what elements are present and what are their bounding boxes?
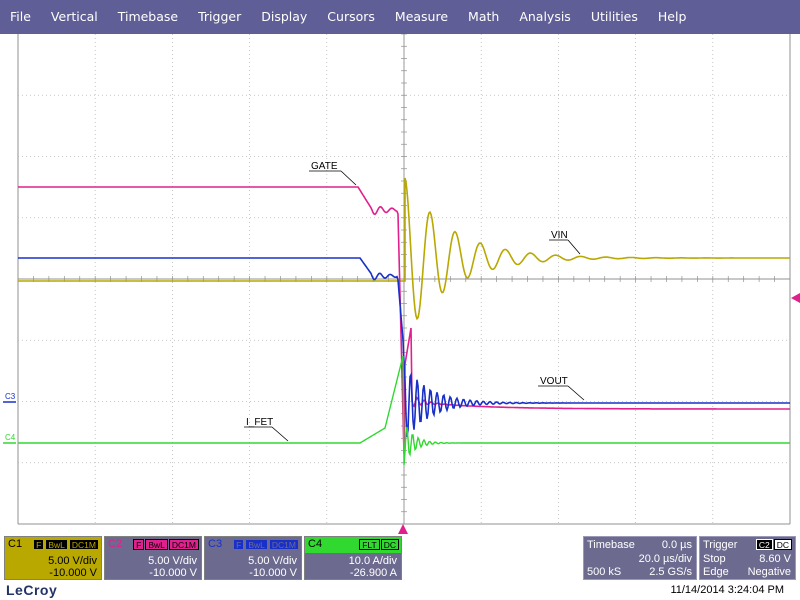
status-panel: C1 F BwL DC1M 5.00 V/div -10.000 V C2 F … <box>0 534 800 600</box>
trigger-type: Edge <box>703 566 729 578</box>
brand-logo: LeCroy <box>6 582 58 598</box>
datetime-stamp: 11/14/2014 3:24:04 PM <box>670 584 784 596</box>
timebase-box[interactable]: Timebase 0.0 µs 20.0 µs/div 500 kS 2.5 G… <box>583 536 697 580</box>
label-vout: VOUT <box>540 376 568 387</box>
channel-c1-flag-f: F <box>33 539 45 550</box>
trigger-level: 8.60 V <box>759 553 791 565</box>
channel-c1-box[interactable]: C1 F BwL DC1M 5.00 V/div -10.000 V <box>4 536 102 580</box>
trigger-coupling: DC <box>773 539 792 550</box>
channel-c2-flag-f: F <box>133 539 145 550</box>
timebase-samples: 500 kS <box>587 566 622 578</box>
label-ifet: I_FET <box>246 417 273 428</box>
menu-trigger[interactable]: Trigger <box>188 0 251 34</box>
channel-c2-header: C2 F BwL DC1M <box>105 537 201 553</box>
channel-c4-offset: -26.900 A <box>349 567 397 579</box>
channel-c4-flag-coupling: DC <box>380 539 399 550</box>
channel-c4-name: C4 <box>308 538 323 550</box>
menu-analysis[interactable]: Analysis <box>509 0 581 34</box>
channel-c1-header: C1 F BwL DC1M <box>5 537 101 553</box>
menu-help[interactable]: Help <box>648 0 697 34</box>
menu-utilities[interactable]: Utilities <box>581 0 648 34</box>
marker-c3: C3 <box>5 392 16 401</box>
waveform-grid: GATE VIN VOUT I_FET C3 C4 <box>3 34 800 534</box>
trigger-label: Trigger <box>703 539 738 551</box>
channel-c2-name: C2 <box>108 538 123 550</box>
channel-c3-offset: -10.000 V <box>249 567 297 579</box>
trigger-mode: Stop <box>703 553 726 565</box>
channel-c3-flag-coupling: DC1M <box>268 539 299 550</box>
trigger-source: C2 <box>755 539 773 550</box>
menu-vertical[interactable]: Vertical <box>41 0 108 34</box>
menu-file[interactable]: File <box>0 0 41 34</box>
channel-c4-flag-filter: FLT <box>359 539 380 550</box>
channel-c1-flag-bwl: BwL <box>45 539 68 550</box>
channel-c3-vdiv: 5.00 V/div <box>248 555 297 567</box>
menu-bar: File Vertical Timebase Trigger Display Cursor… <box>0 0 800 34</box>
menu-math[interactable]: Math <box>458 0 509 34</box>
channel-c1-flag-coupling: DC1M <box>68 539 99 550</box>
menu-display[interactable]: Display <box>251 0 317 34</box>
trigger-box[interactable]: Trigger C2 DC Stop 8.60 V Edge Negative <box>699 536 796 580</box>
channel-c4-vdiv: 10.0 A/div <box>348 555 397 567</box>
menu-measure[interactable]: Measure <box>385 0 458 34</box>
channel-c2-offset: -10.000 V <box>149 567 197 579</box>
menu-timebase[interactable]: Timebase <box>108 0 188 34</box>
channel-c3-box[interactable]: C3 F BwL DC1M 5.00 V/div -10.000 V <box>204 536 302 580</box>
channel-c2-vdiv: 5.00 V/div <box>148 555 197 567</box>
channel-c3-name: C3 <box>208 538 223 550</box>
menu-cursors[interactable]: Cursors <box>317 0 385 34</box>
waveform-display[interactable]: GATE VIN VOUT I_FET C3 C4 <box>0 34 800 534</box>
trigger-time-marker[interactable] <box>398 524 408 534</box>
trigger-slope: Negative <box>747 566 791 578</box>
label-gate: GATE <box>311 161 338 172</box>
channel-c1-name: C1 <box>8 538 23 550</box>
timebase-delay: 0.0 µs <box>661 539 692 551</box>
timebase-rate: 2.5 GS/s <box>649 566 692 578</box>
timebase-label: Timebase <box>587 539 635 551</box>
channel-c1-offset: -10.000 V <box>49 567 97 579</box>
channel-c2-box[interactable]: C2 F BwL DC1M 5.00 V/div -10.000 V <box>104 536 202 580</box>
timebase-tdiv: 20.0 µs/div <box>638 553 692 565</box>
channel-c3-flag-bwl: BwL <box>245 539 268 550</box>
label-vin: VIN <box>551 230 568 241</box>
channel-c3-header: C3 F BwL DC1M <box>205 537 301 553</box>
channel-c2-flag-bwl: BwL <box>145 539 168 550</box>
marker-c4: C4 <box>5 433 16 442</box>
channel-c4-header: C4 FLT DC <box>305 537 401 553</box>
channel-c1-vdiv: 5.00 V/div <box>48 555 97 567</box>
channel-c2-flag-coupling: DC1M <box>168 539 199 550</box>
channel-c4-box[interactable]: C4 FLT DC 10.0 A/div -26.900 A <box>304 536 402 580</box>
trigger-level-marker[interactable] <box>791 293 800 303</box>
channel-c3-flag-f: F <box>233 539 245 550</box>
